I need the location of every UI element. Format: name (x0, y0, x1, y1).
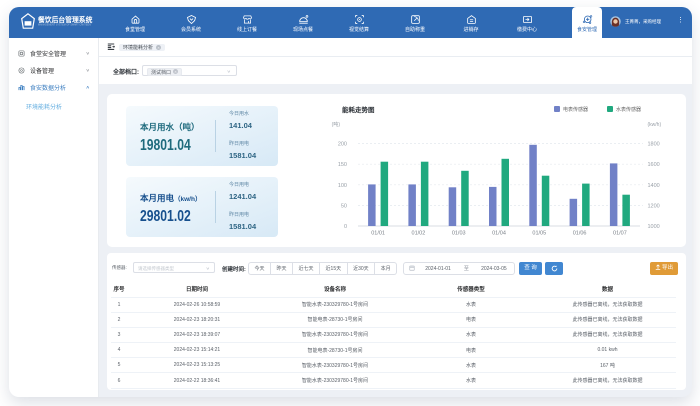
svg-text:1600: 1600 (648, 162, 660, 168)
svg-text:50: 50 (341, 203, 347, 209)
svg-text:100: 100 (338, 183, 347, 189)
svg-text:01/02: 01/02 (412, 231, 426, 237)
svg-text:1000: 1000 (648, 224, 660, 230)
svg-text:(kw/h): (kw/h) (648, 122, 662, 128)
svg-text:200: 200 (338, 142, 347, 148)
svg-text:01/06: 01/06 (573, 231, 587, 237)
svg-text:1400: 1400 (648, 183, 660, 189)
svg-text:(吨): (吨) (332, 121, 341, 128)
svg-text:0: 0 (344, 224, 347, 230)
svg-text:150: 150 (338, 162, 347, 168)
svg-text:01/03: 01/03 (452, 231, 466, 237)
svg-text:01/01: 01/01 (371, 231, 385, 237)
svg-text:01/05: 01/05 (532, 231, 546, 237)
svg-text:01/04: 01/04 (492, 231, 506, 237)
svg-text:1800: 1800 (648, 142, 660, 148)
svg-text:1200: 1200 (648, 203, 660, 209)
svg-text:01/07: 01/07 (613, 231, 627, 237)
